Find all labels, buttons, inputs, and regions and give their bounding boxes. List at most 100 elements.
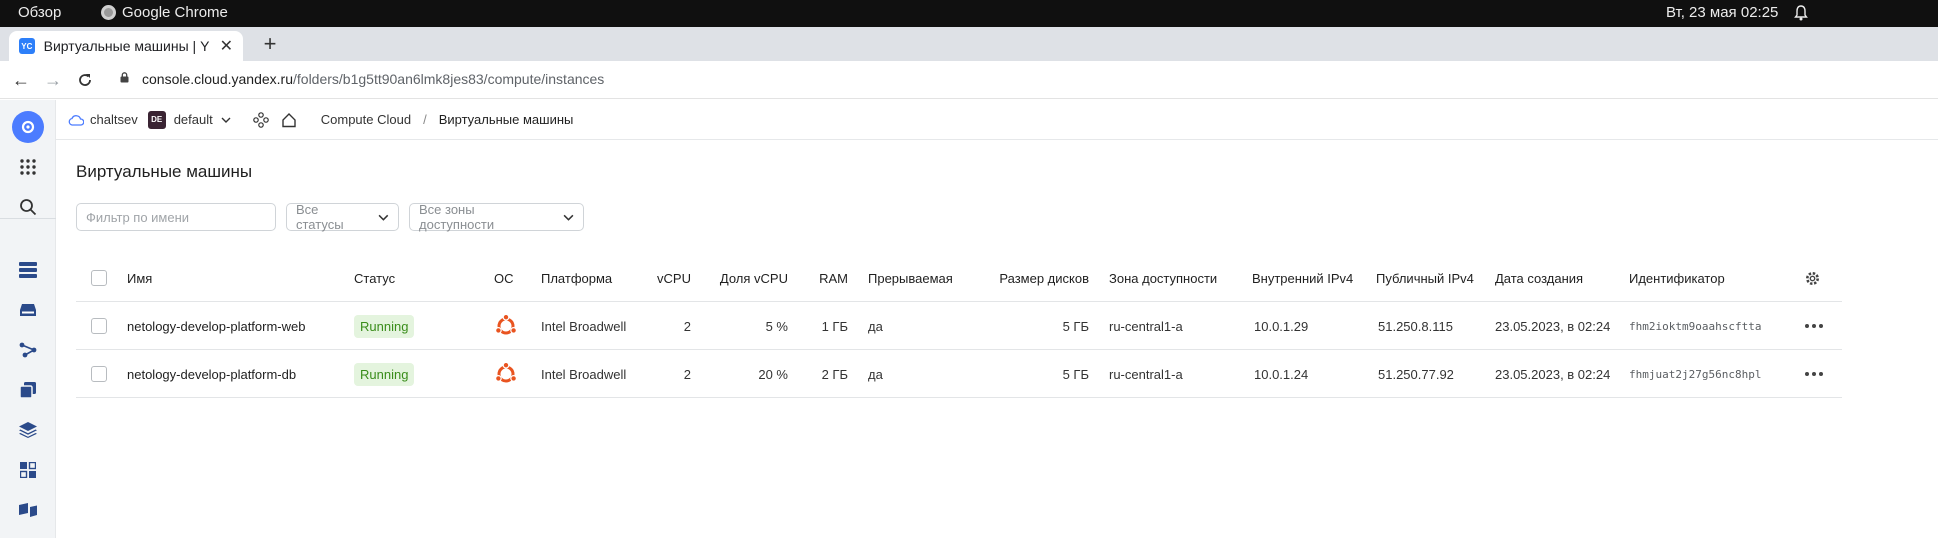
folder-badge: DE bbox=[147, 110, 166, 129]
zone-select[interactable]: Все зоны доступности bbox=[409, 202, 584, 232]
public-ip: 51.250.77.92 bbox=[1378, 366, 1454, 382]
url-host: console.cloud.yandex.ru bbox=[142, 71, 293, 87]
chevron-down-icon[interactable] bbox=[221, 115, 231, 125]
reload-icon[interactable] bbox=[76, 71, 94, 89]
chrome-icon bbox=[101, 5, 116, 20]
status-badge: Running bbox=[354, 362, 415, 386]
instance-groups-icon[interactable] bbox=[16, 498, 40, 522]
status-cell: Running bbox=[354, 350, 415, 398]
instance-id: fhmjuat2j27g56nc8hpl bbox=[1629, 367, 1762, 381]
os-top-bar: Обзор Google Chrome Вт, 23 мая 02:25 bbox=[0, 0, 1938, 27]
zone: ru-central1-a bbox=[1109, 318, 1183, 334]
page-title: Виртуальные машины bbox=[76, 162, 253, 181]
col-platform[interactable]: Платформа bbox=[541, 254, 612, 302]
select-all-checkbox[interactable] bbox=[91, 270, 107, 286]
rail-divider bbox=[0, 218, 56, 219]
yandex-cloud-favicon: YC bbox=[19, 38, 35, 54]
address-bar-row: ← → console.cloud.yandex.ru/folders/b1g5… bbox=[0, 61, 1938, 99]
search-icon[interactable] bbox=[16, 195, 40, 219]
table-row[interactable]: netology-develop-platform-web Running In… bbox=[76, 302, 1842, 350]
col-preemptible[interactable]: Прерываемая bbox=[868, 254, 953, 302]
zone: ru-central1-a bbox=[1109, 366, 1183, 382]
row-checkbox[interactable] bbox=[91, 366, 107, 382]
table-header-row: Имя Статус ОС Платформа vCPU Доля vCPU R… bbox=[76, 254, 1842, 302]
col-vcpu-share[interactable]: Доля vCPU bbox=[696, 254, 788, 302]
platform: Intel Broadwell bbox=[541, 318, 627, 334]
col-zone[interactable]: Зона доступности bbox=[1109, 254, 1217, 302]
cloud-link[interactable]: chaltsev bbox=[90, 112, 138, 127]
clock[interactable]: Вт, 23 мая 02:25 bbox=[1666, 4, 1778, 21]
tab-strip: YC Виртуальные машины | Y ✕ + bbox=[0, 27, 1938, 61]
col-os[interactable]: ОС bbox=[494, 254, 514, 302]
col-status[interactable]: Статус bbox=[354, 254, 395, 302]
service-link[interactable]: Compute Cloud bbox=[321, 112, 411, 127]
cloud-icon bbox=[68, 114, 84, 126]
snapshots-icon[interactable] bbox=[16, 378, 40, 402]
preemptible: да bbox=[868, 318, 883, 334]
url-path: /folders/b1g5tt90an6lmk8jes83/compute/in… bbox=[293, 71, 605, 87]
vcpu: 2 bbox=[683, 366, 691, 382]
network-icon[interactable] bbox=[16, 338, 40, 362]
zone-select-label: Все зоны доступности bbox=[419, 202, 495, 232]
col-public-ip[interactable]: Публичный IPv4 bbox=[1376, 254, 1474, 302]
lock-icon[interactable] bbox=[120, 72, 129, 83]
url-field[interactable]: console.cloud.yandex.ru/folders/b1g5tt90… bbox=[142, 71, 604, 87]
home-icon[interactable] bbox=[281, 112, 297, 128]
disks-icon[interactable] bbox=[16, 298, 40, 322]
row-checkbox-cell bbox=[91, 350, 107, 398]
ubuntu-icon bbox=[494, 302, 518, 350]
internal-ip: 10.0.1.29 bbox=[1254, 318, 1309, 334]
col-vcpu[interactable]: vCPU bbox=[636, 254, 691, 302]
vm-name[interactable]: netology-develop-platform-web bbox=[127, 302, 305, 350]
row-checkbox-cell bbox=[91, 302, 107, 350]
app-name: Google Chrome bbox=[122, 4, 228, 21]
app-menu[interactable]: Google Chrome bbox=[101, 4, 228, 21]
virtual-machines-icon[interactable] bbox=[16, 258, 40, 282]
chevron-down-icon bbox=[378, 214, 389, 221]
platform: Intel Broadwell bbox=[541, 366, 627, 382]
folder-link[interactable]: default bbox=[174, 112, 213, 127]
more-actions-icon[interactable] bbox=[1805, 350, 1823, 398]
preemptible: да bbox=[868, 366, 883, 382]
col-created[interactable]: Дата создания bbox=[1495, 254, 1583, 302]
name-filter-input[interactable] bbox=[76, 203, 276, 231]
internal-ip: 10.0.1.24 bbox=[1254, 366, 1309, 382]
ubuntu-icon bbox=[494, 350, 518, 398]
cloud-logo-icon[interactable] bbox=[12, 111, 44, 143]
more-actions-icon[interactable] bbox=[1805, 302, 1823, 350]
breadcrumb-current: Виртуальные машины bbox=[438, 112, 574, 127]
col-ram[interactable]: RAM bbox=[794, 254, 848, 302]
public-ip: 51.250.8.115 bbox=[1378, 318, 1453, 334]
forward-button[interactable]: → bbox=[43, 70, 63, 90]
row-checkbox[interactable] bbox=[91, 318, 107, 334]
images-layers-icon[interactable] bbox=[16, 418, 40, 442]
new-tab-button[interactable]: + bbox=[258, 32, 282, 56]
col-disk[interactable]: Размер дисков bbox=[976, 254, 1089, 302]
created-date: 23.05.2023, в 02:24 bbox=[1495, 366, 1611, 382]
placement-groups-icon[interactable] bbox=[16, 458, 40, 482]
col-name[interactable]: Имя bbox=[127, 254, 152, 302]
select-all-cell bbox=[91, 254, 107, 302]
vcpu-share: 5 % bbox=[765, 318, 788, 334]
browser-tab[interactable]: YC Виртуальные машины | Y ✕ bbox=[9, 31, 243, 61]
col-id[interactable]: Идентификатор bbox=[1629, 254, 1725, 302]
hub-icon[interactable] bbox=[252, 111, 269, 128]
bell-icon[interactable] bbox=[1794, 5, 1808, 21]
ram: 1 ГБ bbox=[821, 318, 848, 334]
col-internal-ip[interactable]: Внутренний IPv4 bbox=[1252, 254, 1353, 302]
ram: 2 ГБ bbox=[821, 366, 848, 382]
status-badge: Running bbox=[354, 314, 415, 338]
breadcrumb: chaltsev DE default Compute Cloud / Вирт… bbox=[56, 100, 1938, 140]
close-tab-icon[interactable]: ✕ bbox=[220, 36, 233, 56]
left-rail bbox=[0, 100, 56, 538]
status-cell: Running bbox=[354, 302, 415, 350]
status-select[interactable]: Все статусы bbox=[286, 202, 399, 232]
tab-title: Виртуальные машины | Y bbox=[43, 38, 210, 54]
activities-button[interactable]: Обзор bbox=[18, 4, 61, 21]
back-button[interactable]: ← bbox=[11, 70, 31, 90]
column-settings-icon[interactable] bbox=[1804, 254, 1821, 302]
breadcrumb-separator: / bbox=[423, 112, 427, 127]
table-row[interactable]: netology-develop-platform-db Running Int… bbox=[76, 350, 1842, 398]
services-grid-icon[interactable] bbox=[16, 155, 40, 179]
vm-name[interactable]: netology-develop-platform-db bbox=[127, 350, 296, 398]
